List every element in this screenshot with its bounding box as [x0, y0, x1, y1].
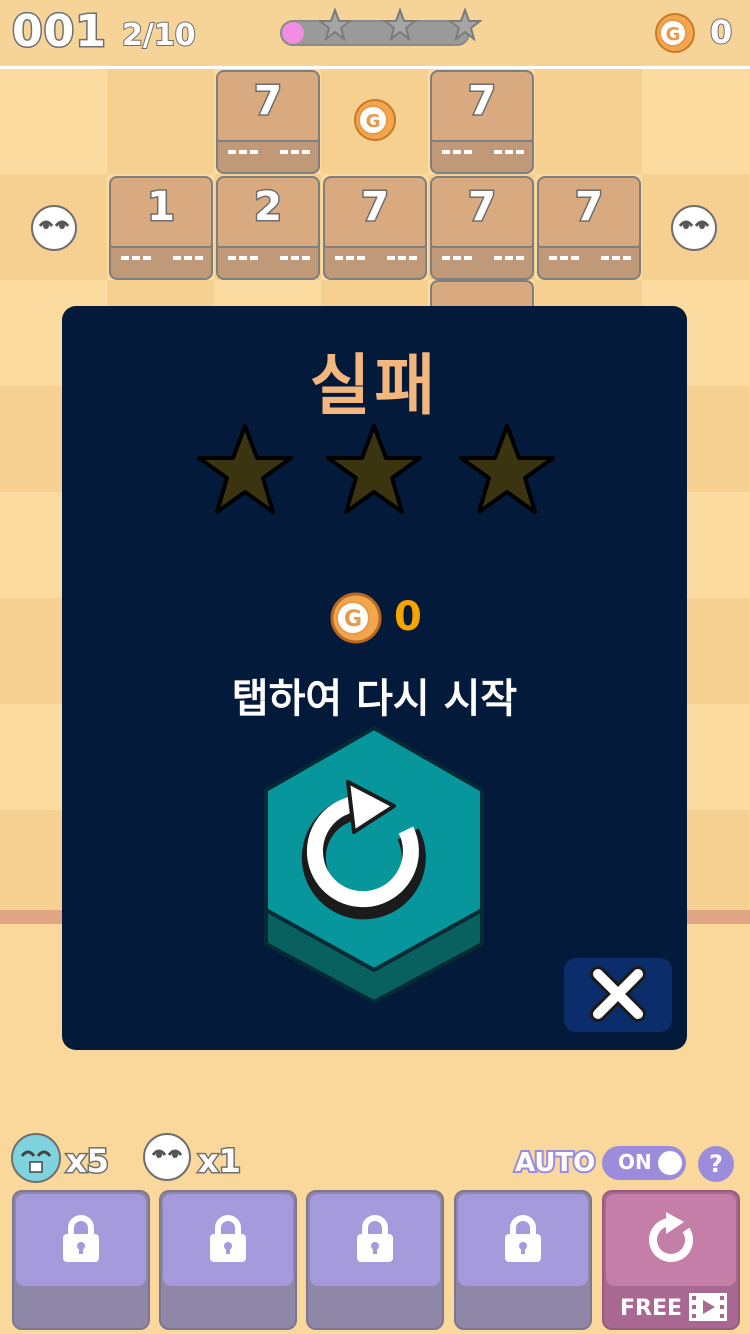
help-button[interactable]: ?: [698, 1146, 734, 1182]
blue-blob-count: x5: [65, 1141, 111, 1182]
tile-number: 7: [467, 183, 498, 232]
free-refresh-button[interactable]: FREE: [602, 1190, 740, 1330]
tile-number: 2: [253, 183, 284, 232]
board-coin-icon: G: [354, 99, 396, 141]
locked-slot-1[interactable]: [12, 1190, 150, 1330]
close-button[interactable]: [564, 958, 672, 1032]
auto-label: AUTO: [513, 1146, 597, 1180]
tile-number: 7: [467, 77, 498, 126]
number-tile[interactable]: 7: [430, 176, 534, 280]
white-blob-icon: [143, 1133, 191, 1181]
moves-counter: 2/10: [121, 17, 197, 54]
svg-text:G: G: [344, 607, 362, 632]
number-tile[interactable]: 7: [323, 176, 427, 280]
tile-number: 1: [146, 183, 177, 232]
number-tile[interactable]: 7: [537, 176, 641, 280]
locked-slot-4[interactable]: [454, 1190, 592, 1330]
gold-count: 0: [709, 12, 733, 52]
blue-blob-icon: [11, 1133, 61, 1183]
progress-star-2-icon: [383, 8, 417, 42]
lock-icon: [357, 1215, 393, 1262]
blob-launcher-left-icon[interactable]: [30, 204, 78, 252]
number-tile[interactable]: 7: [430, 70, 534, 174]
tile-number: 7: [360, 183, 391, 232]
partial-tile: [430, 280, 534, 308]
white-blob-count: x1: [197, 1141, 243, 1182]
top-bar-divider: [0, 66, 750, 69]
number-tile[interactable]: 7: [216, 70, 320, 174]
svg-text:G: G: [366, 111, 381, 132]
white-blob-inventory: x1: [142, 1132, 252, 1188]
blue-blob-inventory: x5: [10, 1132, 120, 1188]
board-cell: [0, 68, 107, 174]
lock-icon: [505, 1215, 541, 1262]
auto-toggle-knob: [658, 1151, 682, 1175]
close-icon: [590, 966, 646, 1022]
reward-coin-icon: G: [330, 592, 382, 644]
number-tile[interactable]: 1: [109, 176, 213, 280]
auto-toggle-state: ON: [618, 1150, 652, 1174]
auto-toggle[interactable]: ON: [602, 1146, 686, 1180]
locked-slot-3[interactable]: [306, 1190, 444, 1330]
gold-coin-icon: G: [655, 13, 695, 53]
result-title: 실패: [309, 347, 440, 424]
refresh-icon: [649, 1212, 693, 1262]
tile-number: 7: [253, 77, 284, 126]
tile-number: 7: [574, 183, 605, 232]
result-star-3-icon: [459, 424, 555, 514]
star-progress-bar: [280, 20, 470, 46]
reward-gold-count: 0: [394, 594, 422, 640]
board-cell: [535, 68, 642, 174]
tap-to-restart-text: 탭하여 다시 시작: [231, 676, 518, 722]
lock-icon: [63, 1215, 99, 1262]
number-tile[interactable]: 2: [216, 176, 320, 280]
board-cell: [642, 68, 749, 174]
free-label: FREE: [620, 1296, 683, 1321]
result-star-1-icon: [197, 424, 293, 514]
result-star-2-icon: [326, 424, 422, 514]
progress-star-1-icon: [318, 8, 352, 42]
video-ad-icon: [689, 1293, 727, 1321]
board-cell: [107, 68, 214, 174]
result-modal: 실패 G 0 탭하여 다시 시작: [62, 306, 687, 1050]
level-number: 001: [11, 5, 108, 59]
svg-text:G: G: [666, 24, 681, 45]
progress-star-3-icon: [448, 8, 482, 42]
lock-icon: [210, 1215, 246, 1262]
locked-slot-2[interactable]: [159, 1190, 297, 1330]
blob-launcher-right-icon[interactable]: [670, 204, 718, 252]
star-progress-fill: [282, 22, 305, 44]
retry-button[interactable]: [262, 726, 486, 1008]
